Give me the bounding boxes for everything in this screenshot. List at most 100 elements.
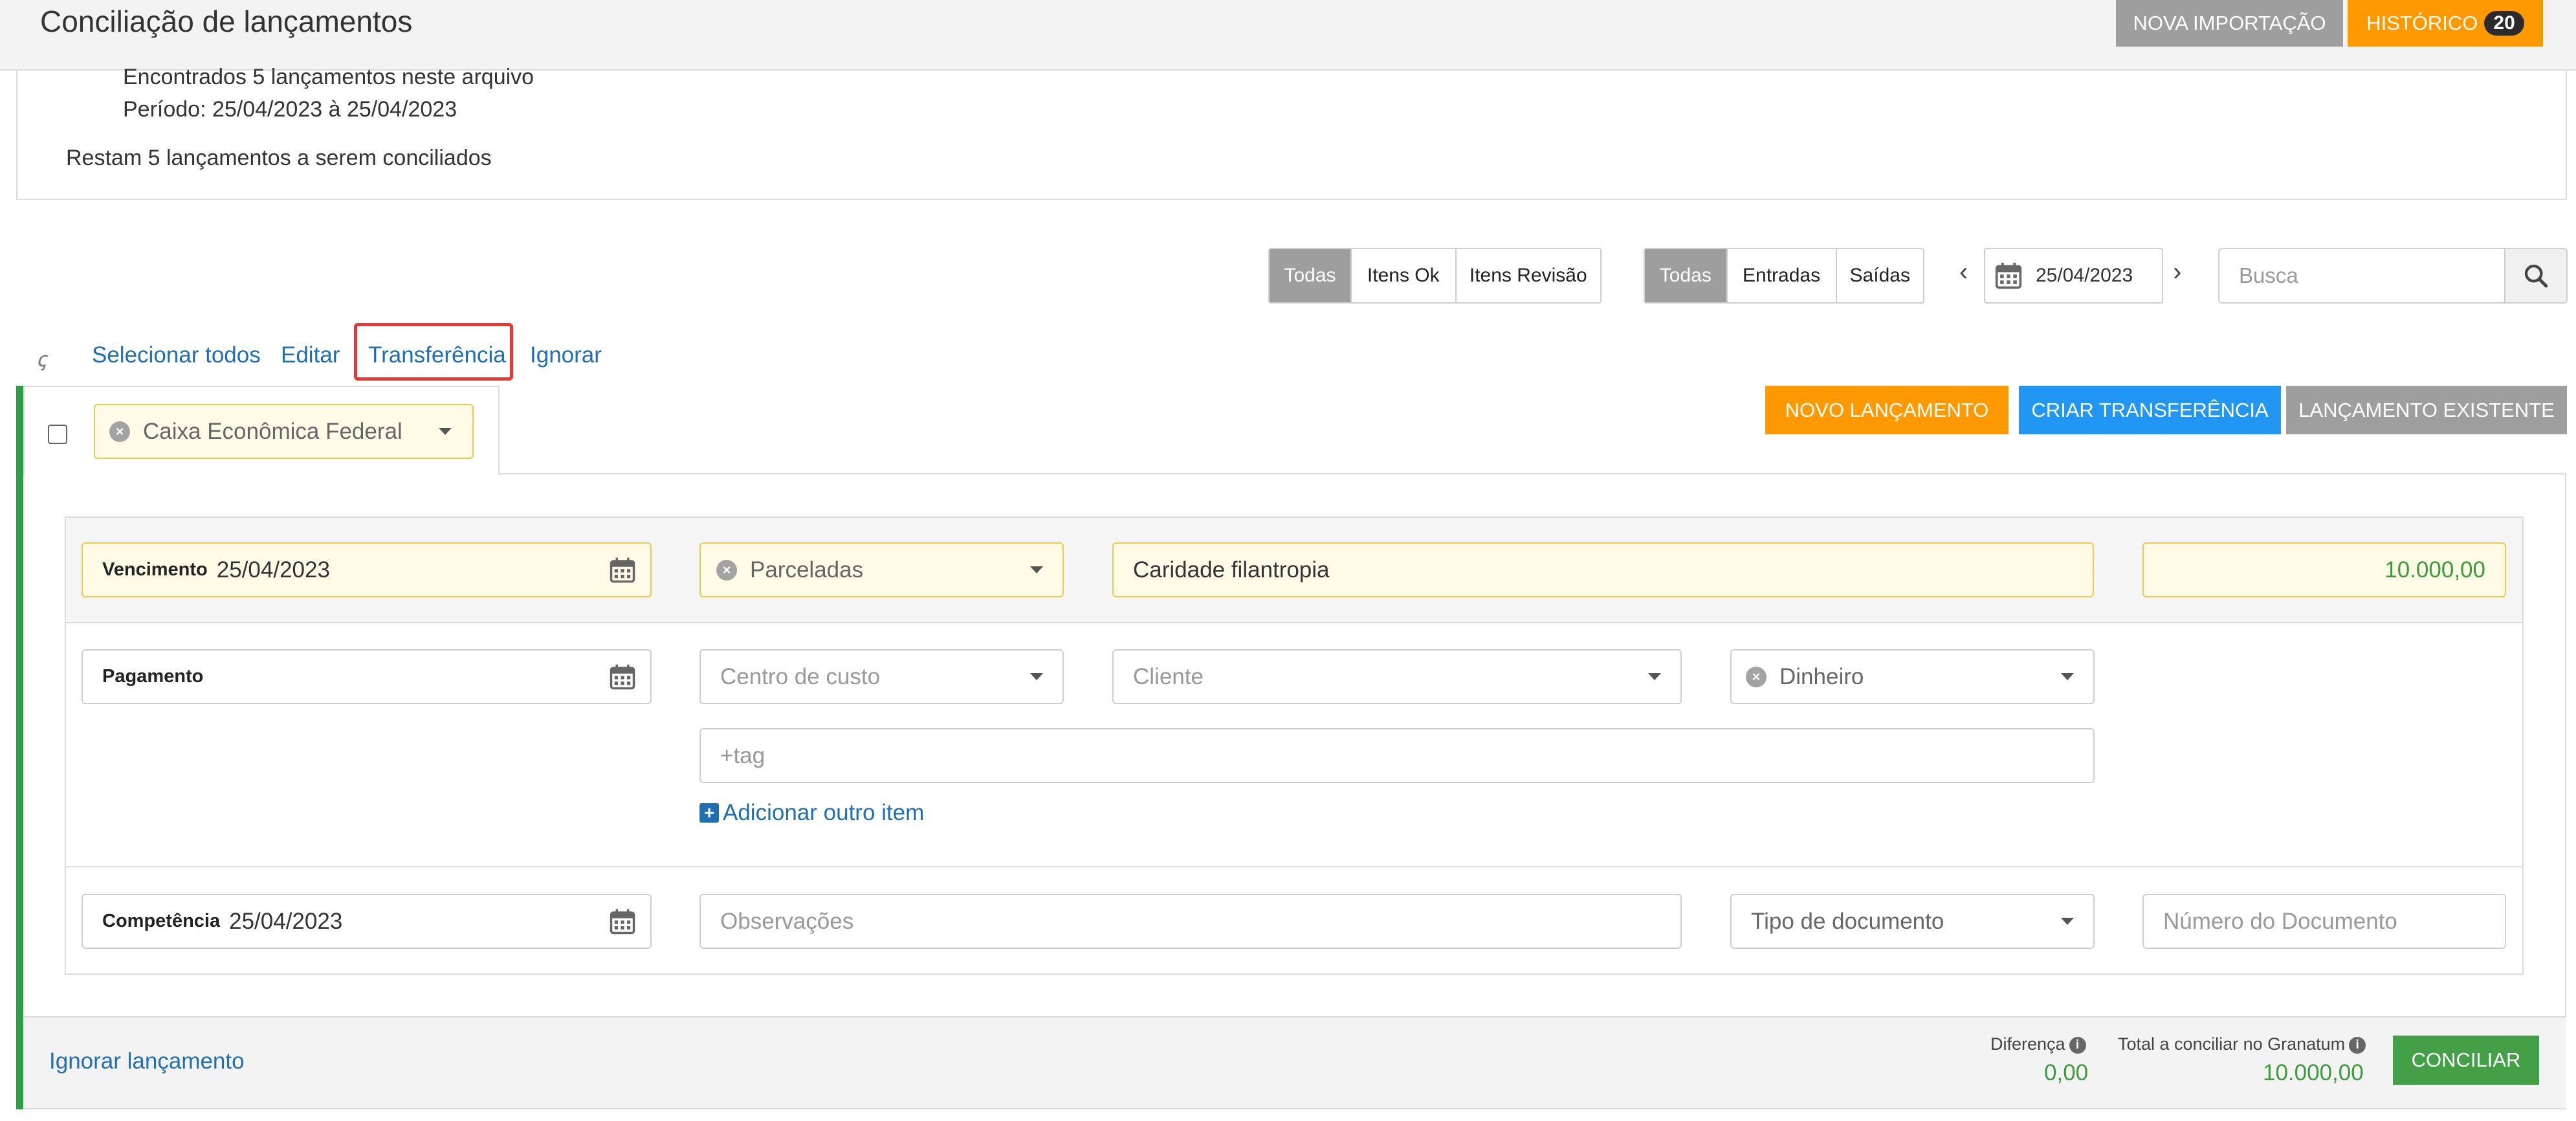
total-label: Total a conciliar no Granatum <box>2118 1034 2346 1054</box>
installment-select[interactable]: × Parceladas <box>699 542 1064 597</box>
add-item-link[interactable]: + Adicionar outro item <box>699 800 924 826</box>
info-icon[interactable]: i <box>2349 1036 2366 1054</box>
notes-placeholder: Observações <box>720 908 854 934</box>
document-type-select[interactable]: Tipo de documento <box>1730 894 2095 949</box>
direction-filter-in[interactable]: Entradas <box>1726 249 1836 302</box>
new-import-button[interactable]: NOVA IMPORTAÇÃO <box>2116 0 2343 47</box>
reconcile-button[interactable]: CONCILIAR <box>2393 1036 2539 1085</box>
account-value: Caixa Econômica Federal <box>143 418 402 444</box>
description-value: Caridade filantropia <box>1133 557 1330 583</box>
date-value: 25/04/2023 <box>2036 265 2133 286</box>
account-dropdown-icon <box>439 428 452 435</box>
import-info-panel <box>16 71 2567 200</box>
due-date-field[interactable]: Vencimento 25/04/2023 <box>82 542 652 597</box>
add-item-label: Adicionar outro item <box>723 800 925 825</box>
cost-center-placeholder: Centro de custo <box>720 663 881 689</box>
amount-value: 10.000,00 <box>2384 557 2485 583</box>
remaining-text: Restam 5 lançamentos a serem conciliados <box>66 146 492 170</box>
prev-date-icon[interactable]: ‹ <box>1959 258 1968 287</box>
notes-input[interactable]: Observações <box>699 894 1682 949</box>
existing-entry-label: LANÇAMENTO EXISTENTE <box>2298 398 2555 421</box>
clear-installment-icon[interactable]: × <box>716 559 737 581</box>
reconcile-label: CONCILIAR <box>2411 1049 2521 1071</box>
search-button[interactable] <box>2504 248 2568 304</box>
document-type-dropdown-icon <box>2061 918 2074 925</box>
difference-label: Diferença <box>1990 1034 2065 1054</box>
amount-input[interactable]: 10.000,00 <box>2142 542 2506 597</box>
direction-filter-out[interactable]: Saídas <box>1835 249 1923 302</box>
period-text: Período: 25/04/2023 à 25/04/2023 <box>123 97 457 122</box>
client-select[interactable]: Cliente <box>1112 649 1682 704</box>
status-filter: Todas Itens Ok Itens Revisão <box>1268 248 1602 304</box>
payment-method-value: Dinheiro <box>1779 663 1864 689</box>
ignore-entry-link[interactable]: Ignorar lançamento <box>49 1049 245 1074</box>
description-input[interactable]: Caridade filantropia <box>1112 542 2094 597</box>
installment-value: Parceladas <box>750 557 864 583</box>
total-label-group: Total a conciliar no Granatum i <box>2118 1034 2366 1054</box>
history-button[interactable]: HISTÓRICO 20 <box>2348 0 2543 47</box>
clear-account-icon[interactable]: × <box>109 421 130 442</box>
due-date-value: 25/04/2023 <box>216 557 330 583</box>
search-icon <box>2524 264 2548 288</box>
difference-value: 0,00 <box>2044 1060 2089 1085</box>
page-title: Conciliação de lançamentos <box>40 5 413 38</box>
calendar-icon[interactable] <box>609 908 636 935</box>
plus-icon: + <box>699 803 719 823</box>
card-right-border <box>2565 473 2566 1109</box>
search-input[interactable]: Busca <box>2218 248 2504 304</box>
payment-date-field[interactable]: Pagamento <box>82 649 652 704</box>
client-dropdown-icon <box>1648 673 1661 680</box>
ignore-link[interactable]: Ignorar <box>530 342 602 368</box>
payment-date-label: Pagamento <box>102 666 204 687</box>
search-placeholder: Busca <box>2239 263 2298 287</box>
tag-input[interactable]: +tag <box>699 728 2095 783</box>
found-count-text: Encontrados 5 lançamentos neste arquivo <box>123 65 534 89</box>
competence-date-field[interactable]: Competência 25/04/2023 <box>82 894 652 949</box>
installment-dropdown-icon <box>1030 566 1043 573</box>
calendar-icon[interactable] <box>609 663 636 691</box>
difference-label-group: Diferença i <box>1990 1034 2086 1054</box>
document-number-input[interactable]: Número do Documento <box>2142 894 2506 949</box>
cost-center-select[interactable]: Centro de custo <box>699 649 1064 704</box>
new-import-label: NOVA IMPORTAÇÃO <box>2133 12 2326 34</box>
create-transfer-label: CRIAR TRANSFERÊNCIA <box>2031 398 2269 421</box>
competence-value: 25/04/2023 <box>229 908 343 934</box>
transfer-highlight-box <box>354 323 513 381</box>
direction-filter: Todas Entradas Saídas <box>1644 248 1924 304</box>
row-checkbox[interactable] <box>48 425 67 444</box>
status-filter-review[interactable]: Itens Revisão <box>1455 249 1600 302</box>
account-select[interactable]: × Caixa Econômica Federal <box>94 404 474 459</box>
client-placeholder: Cliente <box>1133 663 1204 689</box>
info-icon[interactable]: i <box>2069 1036 2086 1054</box>
select-toggle-icon[interactable]: ꞔ <box>36 345 46 373</box>
payment-method-select[interactable]: × Dinheiro <box>1730 649 2095 704</box>
direction-filter-all[interactable]: Todas <box>1645 249 1726 302</box>
calendar-icon <box>1995 262 2022 289</box>
edit-link[interactable]: Editar <box>281 342 340 368</box>
total-value: 10.000,00 <box>2263 1060 2364 1085</box>
existing-entry-button[interactable]: LANÇAMENTO EXISTENTE <box>2286 386 2567 434</box>
cost-center-dropdown-icon <box>1030 673 1043 680</box>
due-date-label: Vencimento <box>102 559 208 580</box>
date-picker[interactable]: 25/04/2023 <box>1984 248 2163 304</box>
row-separator <box>66 866 2522 867</box>
history-label: HISTÓRICO <box>2366 12 2478 34</box>
document-type-placeholder: Tipo de documento <box>1751 908 1944 934</box>
status-filter-all[interactable]: Todas <box>1270 249 1351 302</box>
status-filter-ok[interactable]: Itens Ok <box>1350 249 1455 302</box>
tag-placeholder: +tag <box>720 742 765 768</box>
new-entry-label: NOVO LANÇAMENTO <box>1785 398 1989 421</box>
card-status-bar <box>16 386 23 1109</box>
calendar-icon[interactable] <box>609 557 636 584</box>
card-top-border <box>498 473 2566 474</box>
competence-label: Competência <box>102 911 221 931</box>
new-entry-button[interactable]: NOVO LANÇAMENTO <box>1765 386 2009 434</box>
select-all-link[interactable]: Selecionar todos <box>92 342 261 368</box>
next-date-icon[interactable]: › <box>2173 258 2181 287</box>
payment-method-dropdown-icon <box>2061 673 2074 680</box>
history-count-badge: 20 <box>2484 11 2524 36</box>
create-transfer-button[interactable]: CRIAR TRANSFERÊNCIA <box>2019 386 2281 434</box>
document-number-placeholder: Número do Documento <box>2163 908 2397 934</box>
card-footer <box>23 1016 2566 1109</box>
clear-payment-method-icon[interactable]: × <box>1746 666 1767 687</box>
